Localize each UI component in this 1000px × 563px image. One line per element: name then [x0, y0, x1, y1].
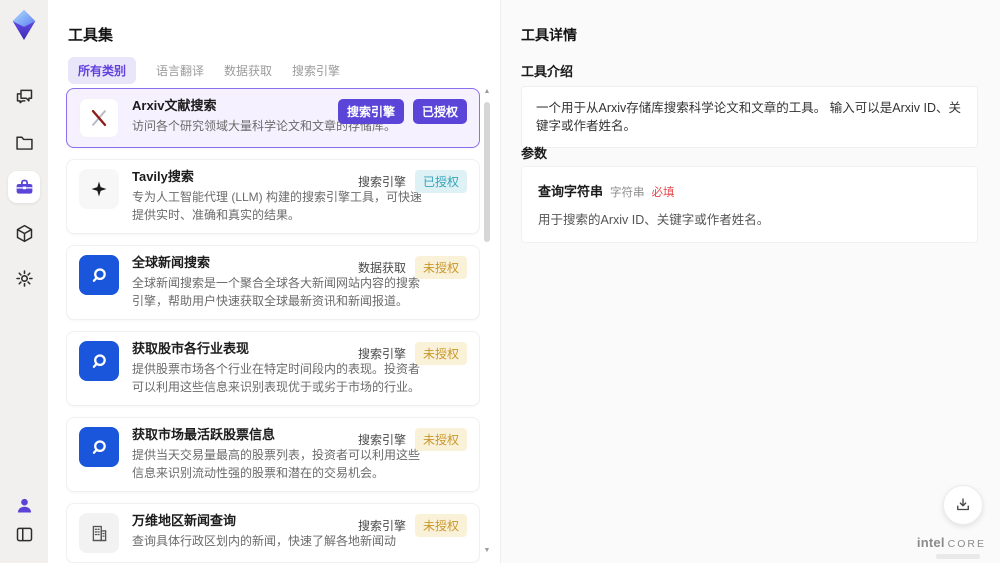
- param-required-badge: 必填: [651, 187, 675, 199]
- tool-badges: 数据获取 未授权: [358, 256, 467, 279]
- building-icon: [79, 513, 119, 553]
- chat-icon: [16, 89, 32, 103]
- tool-badges: 搜索引擎 未授权: [358, 342, 467, 365]
- scroll-up-icon[interactable]: ▲: [482, 88, 492, 96]
- left-rail: [0, 0, 48, 563]
- settings-icon: [15, 269, 33, 287]
- tool-card[interactable]: 万维地区新闻查询 查询具体行政区划内的新闻，快速了解各地新闻动 搜索引擎 未授权: [66, 503, 480, 563]
- download-icon: [957, 498, 969, 511]
- tool-badges: 搜索引擎 已授权: [358, 170, 467, 193]
- tool-category-badge: 搜索引擎: [357, 433, 406, 447]
- tool-auth-badge: 已授权: [412, 99, 467, 124]
- collapse-panel-button[interactable]: [8, 518, 40, 550]
- tool-category-badge: 搜索引擎: [357, 519, 406, 533]
- tool-description: 提供股票市场各个行业在特定时间段内的表现。投资者可以利用这些信息来识别表现优于或…: [132, 362, 421, 394]
- download-button[interactable]: [943, 485, 983, 525]
- parameter-card: 查询字符串 字符串 必填 用于搜索的Arxiv ID、关键字或作者姓名。: [521, 166, 978, 243]
- app-logo-icon: [9, 8, 39, 42]
- sidebar-item-chat[interactable]: [8, 80, 40, 112]
- core-word: CORE: [947, 538, 986, 550]
- tool-auth-badge: 未授权: [414, 342, 467, 365]
- tool-description: 全球新闻搜索是一个聚合全球各大新闻网站内容的搜索引擎，帮助用户快速获取全球最新资…: [132, 276, 421, 308]
- intro-card: 一个用于从Arxiv存储库搜索科学论文和文章的工具。 输入可以是Arxiv ID…: [521, 86, 978, 148]
- search-icon: [79, 341, 119, 381]
- tool-category-badge: 搜索引擎: [357, 347, 406, 361]
- tab-category-0[interactable]: 所有类别: [68, 57, 137, 84]
- tool-card[interactable]: 获取股市各行业表现 提供股票市场各个行业在特定时间段内的表现。投资者可以利用这些…: [66, 331, 480, 406]
- category-tabs: 所有类别 语言翻译 数据获取 搜索引擎: [68, 57, 340, 84]
- intro-text: 一个用于从Arxiv存储库搜索科学论文和文章的工具。 输入可以是Arxiv ID…: [536, 101, 962, 133]
- sidebar-item-tools[interactable]: [8, 171, 40, 203]
- search-icon: [79, 255, 119, 295]
- tool-badges: 搜索引擎 未授权: [358, 514, 467, 537]
- tool-card[interactable]: 全球新闻搜索 全球新闻搜索是一个聚合全球各大新闻网站内容的搜索引擎，帮助用户快速…: [66, 245, 480, 320]
- tab-category-1[interactable]: 语言翻译: [156, 62, 204, 79]
- user-avatar[interactable]: [8, 489, 40, 521]
- tool-badges: 搜索引擎 已授权: [337, 99, 467, 124]
- sparkle-icon: [79, 169, 119, 209]
- tool-description: 专为人工智能代理 (LLM) 构建的搜索引擎工具，可快速提供实时、准确和真实的结…: [132, 190, 423, 222]
- tool-category-badge: 搜索引擎: [337, 99, 404, 124]
- avatar-icon: [17, 498, 31, 512]
- tool-auth-badge: 已授权: [414, 170, 467, 193]
- tool-badges: 搜索引擎 未授权: [358, 428, 467, 451]
- arxiv-logo-icon: [79, 98, 119, 138]
- brand-decor: [936, 554, 980, 559]
- cube-icon: [16, 224, 32, 242]
- page-title: 工具集: [68, 27, 114, 44]
- tool-card[interactable]: Arxiv文献搜索 访问各个研究领域大量科学论文和文章的存储库。 搜索引擎 已授…: [66, 88, 480, 148]
- app-window: 工具集 所有类别 语言翻译 数据获取 搜索引擎 Arxiv文献搜索 访问各个研究领域大…: [0, 0, 1000, 563]
- panel-toggle-icon: [16, 527, 32, 541]
- sidebar-item-packages[interactable]: [8, 217, 40, 249]
- sidebar-item-settings[interactable]: [8, 262, 40, 294]
- tool-details-panel: 工具详情 工具介绍 一个用于从Arxiv存储库搜索科学论文和文章的工具。 输入可…: [500, 0, 1000, 563]
- details-title: 工具详情: [521, 27, 577, 43]
- tool-auth-badge: 未授权: [414, 256, 467, 279]
- list-scrollbar[interactable]: ▲ ▼: [482, 88, 492, 555]
- intel-word: intel: [916, 535, 945, 550]
- intel-core-logo: intel CORE: [917, 535, 986, 550]
- param-type: 字符串: [610, 187, 645, 199]
- tool-auth-badge: 未授权: [414, 514, 467, 537]
- tool-description: 查询具体行政区划内的新闻，快速了解各地新闻动: [132, 534, 397, 548]
- tool-name: 万维地区新闻查询: [132, 513, 237, 528]
- param-name: 查询字符串: [538, 184, 604, 199]
- search-icon: [79, 427, 119, 467]
- toolbox-icon: [16, 179, 32, 194]
- tab-category-2[interactable]: 数据获取: [224, 62, 272, 79]
- tool-card[interactable]: Tavily搜索 专为人工智能代理 (LLM) 构建的搜索引擎工具，可快速提供实…: [66, 159, 480, 234]
- tool-card[interactable]: 获取市场最活跃股票信息 提供当天交易量最高的股票列表，投资者可以利用这些信息来识…: [66, 417, 480, 492]
- intro-heading: 工具介绍: [521, 64, 574, 79]
- tool-list: Arxiv文献搜索 访问各个研究领域大量科学论文和文章的存储库。 搜索引擎 已授…: [66, 88, 480, 563]
- scrollbar-thumb[interactable]: [484, 102, 490, 242]
- tab-category-3[interactable]: 搜索引擎: [292, 62, 340, 79]
- tool-description: 提供当天交易量最高的股票列表，投资者可以利用这些信息来识别流动性强的股票和潜在的…: [132, 448, 421, 480]
- tool-category-badge: 搜索引擎: [357, 175, 406, 189]
- tool-category-badge: 数据获取: [357, 261, 406, 275]
- param-description: 用于搜索的Arxiv ID、关键字或作者姓名。: [538, 213, 770, 227]
- scroll-down-icon[interactable]: ▼: [482, 547, 492, 555]
- params-heading: 参数: [521, 146, 548, 161]
- tool-auth-badge: 未授权: [414, 428, 467, 451]
- tools-panel: 工具集 所有类别 语言翻译 数据获取 搜索引擎 Arxiv文献搜索 访问各个研究领域大…: [48, 0, 500, 563]
- sidebar-item-files[interactable]: [8, 126, 40, 158]
- folder-icon: [15, 136, 33, 150]
